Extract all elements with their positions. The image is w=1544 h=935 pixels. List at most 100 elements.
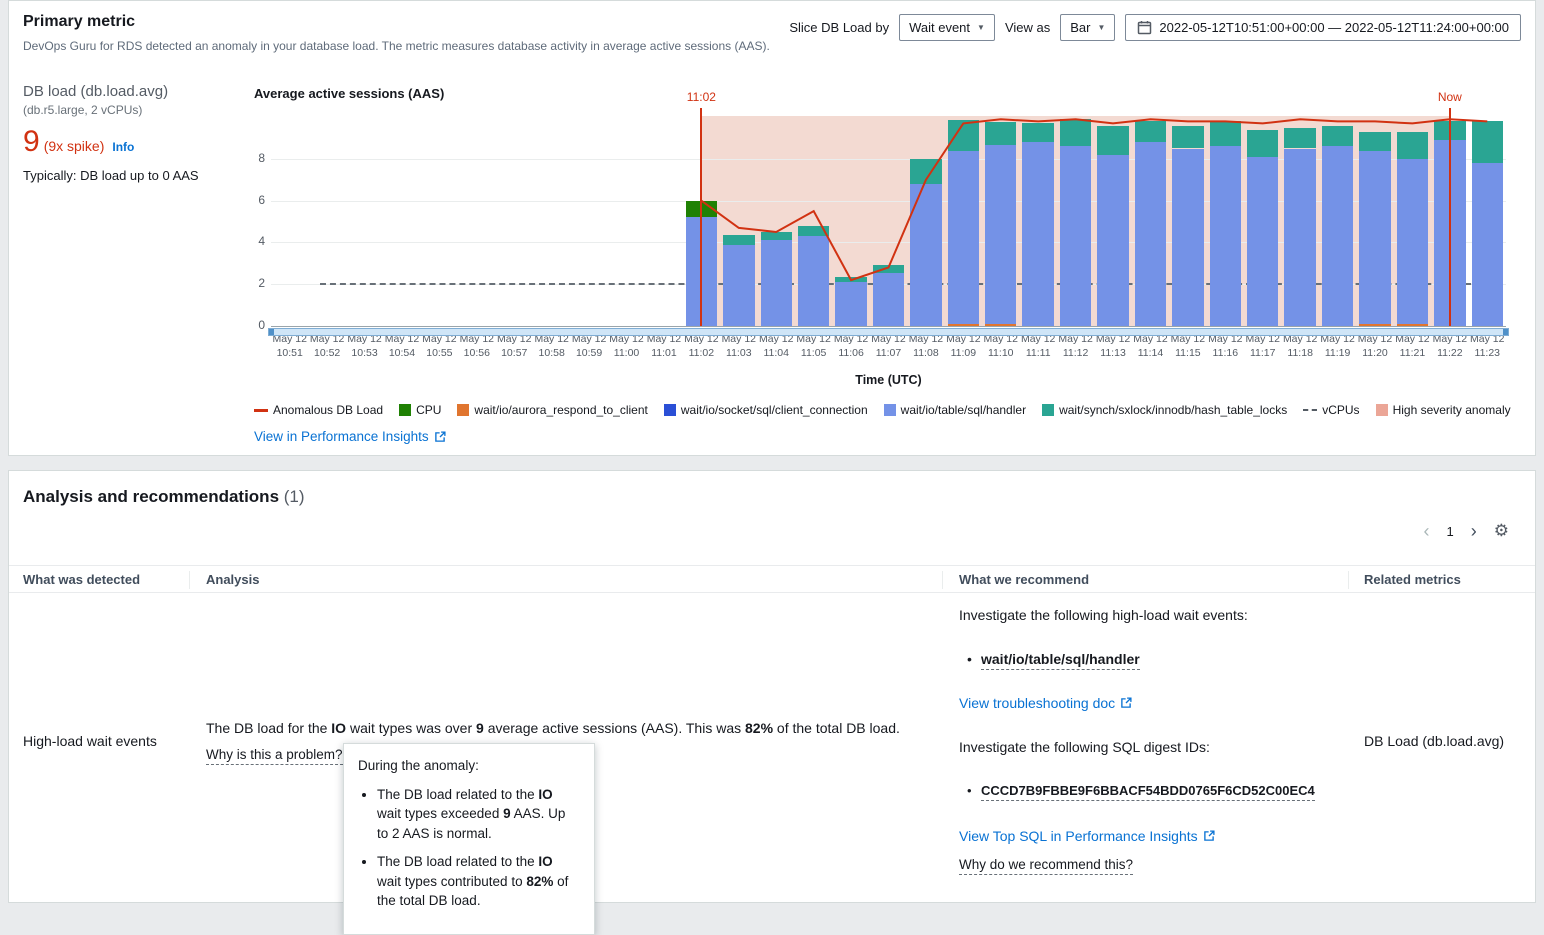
legend-label: CPU [416,403,442,417]
bullet-icon: • [967,651,972,667]
column-what-we-recommend: What we recommend [959,572,1090,587]
x-axis-tick-label: May 12 10:52 [309,333,345,360]
header-divider [1348,571,1349,589]
investigate-sql-text: Investigate the following SQL digest IDs… [959,739,1210,755]
page-number: 1 [1446,523,1454,539]
legend-swatch-icon [1042,404,1055,416]
page: { "icons": { "caret_down": "▼", "gear": … [0,0,1544,935]
anomaly-value: 9 [23,125,40,158]
legend-swatch-icon [1303,409,1318,411]
legend-swatch-icon [663,404,676,416]
aas-chart: Average active sessions (AAS) 0 2 4 6 8 11:02… [246,81,1531,453]
x-axis-tick-label: May 12 11:04 [758,333,794,360]
x-axis-tick-label: May 12 11:13 [1095,333,1131,360]
tooltip-title: During the anomaly: [358,758,479,773]
panel-title: Primary metric [23,13,136,30]
anomaly-tooltip: During the anomaly: The DB load related … [343,743,595,935]
x-axis-tick-label: May 12 11:11 [1020,333,1056,360]
legend-label: wait/io/aurora_respond_to_client [474,403,648,417]
y-axis-tick-label: 6 [258,192,265,207]
column-what-was-detected: What was detected [23,572,141,587]
related-metric-cell: DB Load (db.load.avg) [1364,733,1505,749]
chart-controls: Slice DB Load by Wait event ▼ View as Ba… [789,14,1521,41]
x-axis-tick-label: May 12 10:54 [384,333,420,360]
troubleshooting-doc-link[interactable]: View troubleshooting doc [959,695,1132,711]
x-axis-tick-label: May 12 11:09 [946,333,981,360]
pagination: ‹ 1 › ⚙ [1424,521,1509,541]
legend-swatch-icon [457,404,470,416]
y-axis-tick-label: 4 [258,234,265,249]
legend-label: wait/synch/sxlock/innodb/hash_table_lock… [1059,403,1288,417]
x-axis-tick-label: May 12 10:59 [571,333,607,360]
typical-load-text: Typically: DB load up to 0 AAS [23,168,199,183]
detected-cell: High-load wait events [23,733,157,749]
analysis-cell: The DB load for the IO wait types was ov… [206,720,900,736]
date-range-picker[interactable]: 2022-05-12T10:51:00+00:00 — 2022-05-12T1… [1125,14,1521,41]
analysis-count: (1) [283,487,305,506]
bullet-icon: • [967,783,972,798]
slice-db-load-value: Wait event [909,20,971,35]
x-axis-tick-label: May 12 10:53 [347,333,382,360]
performance-insights-link[interactable]: View in Performance Insights [254,429,446,444]
legend-label: wait/io/socket/sql/client_connection [680,403,868,417]
x-axis-tick-label: May 12 11:17 [1245,333,1280,360]
x-axis-title: Time (UTC) [855,373,922,387]
instance-info: (db.r5.large, 2 vCPUs) [23,103,143,117]
y-axis-tick-label: 8 [258,150,265,165]
legend-label: High severity anomaly [1392,403,1511,417]
legend-label: Anomalous DB Load [273,403,384,417]
external-link-icon [1203,830,1215,841]
x-axis-tick-label: May 12 11:07 [871,333,906,360]
sql-digest-item: • CCCD7B9FBBE9F6BBACF54BDD0765F6CD52C00EC… [959,783,1315,801]
next-page-button[interactable]: › [1471,522,1477,540]
legend-item: wait/io/table/sql/handler [883,403,1027,417]
time-range-scrubber[interactable] [268,328,1509,336]
header-divider [942,571,943,589]
chevron-down-icon: ▼ [1097,23,1106,32]
x-axis-tick-label: May 12 11:18 [1282,333,1318,360]
x-axis-tick-label: May 12 11:00 [609,333,644,360]
view-as-dropdown[interactable]: Bar ▼ [1060,14,1116,41]
legend-item: wait/io/aurora_respond_to_client [457,403,648,417]
aas-chart-plot[interactable]: 0 2 4 6 8 11:02 Now May 12 10:51 May 12 10:52 May 1… [258,90,1509,359]
column-related-metrics: Related metrics [1364,572,1461,587]
header-divider [189,571,190,589]
column-analysis: Analysis [206,572,260,587]
legend-swatch-icon [883,404,896,416]
legend-item: wait/io/socket/sql/client_connection [663,403,868,417]
legend-swatch-icon [1375,404,1388,416]
anomaly-start-marker [700,108,703,326]
previous-page-button[interactable]: ‹ [1424,522,1430,540]
tooltip-list: The DB load related to the IO wait types… [358,785,580,911]
now-marker [1448,108,1451,326]
legend-label: wait/io/table/sql/handler [900,403,1027,417]
wait-event-name[interactable]: wait/io/table/sql/handler [981,651,1140,670]
wait-event-item: • wait/io/table/sql/handler [959,651,1140,670]
sql-digest-id[interactable]: CCCD7B9FBBE9F6BBACF54BDD0765F6CD52C00EC4 [981,783,1315,801]
legend-label: vCPUs [1322,403,1360,417]
x-axis-tick-label: May 12 10:57 [497,333,532,360]
info-link[interactable]: Info [112,140,134,154]
x-axis-tick-label: May 12 11:06 [833,333,869,360]
anomaly-start-marker-label: 11:02 [686,90,716,104]
x-axis-tick-label: May 12 11:08 [908,333,944,360]
x-axis-tick-label: May 12 10:55 [422,333,457,360]
top-sql-link[interactable]: View Top SQL in Performance Insights [959,828,1215,844]
x-axis-tick-label: May 12 10:56 [459,333,495,360]
spike-label: (9x spike) [43,138,105,154]
view-as-label: View as [1004,20,1051,35]
tooltip-bullet-2: The DB load related to the IO wait types… [377,852,580,911]
x-axis-tick-label: May 12 11:22 [1432,333,1468,360]
slice-db-load-dropdown[interactable]: Wait event ▼ [899,14,995,41]
x-axis-tick-label: May 12 11:01 [646,333,682,360]
legend-item: wait/synch/sxlock/innodb/hash_table_lock… [1042,403,1287,417]
slice-db-load-label: Slice DB Load by [789,20,890,35]
why-do-we-recommend: Why do we recommend this? [959,857,1134,875]
view-as-value: Bar [1070,20,1091,35]
primary-metric-panel: Primary metric DevOps Guru for RDS detec… [8,0,1536,456]
x-axis-tick-label: May 12 11:12 [1058,333,1093,360]
chart-legend: Anomalous DB Load CPU wait/io/aurora_respo… [254,403,1526,417]
x-axis-tick-label: May 12 11:19 [1320,333,1355,360]
chevron-down-icon: ▼ [977,23,985,32]
gear-icon[interactable]: ⚙ [1494,521,1509,541]
